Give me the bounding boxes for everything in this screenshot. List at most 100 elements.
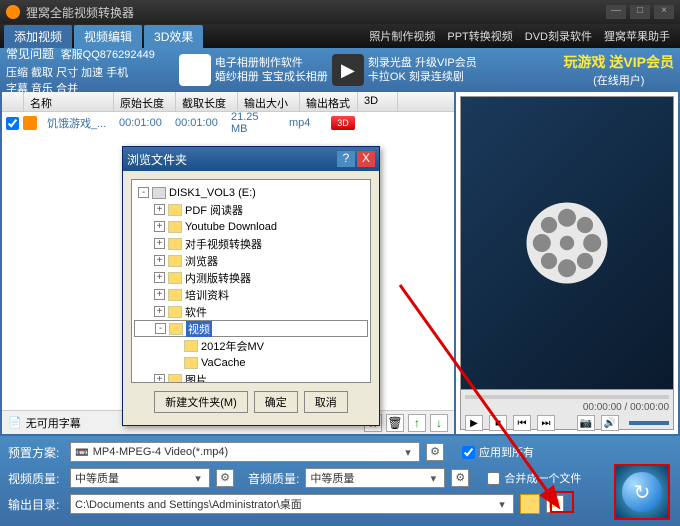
browse-output-button[interactable]: [520, 494, 540, 514]
tree-toggle-icon[interactable]: +: [154, 221, 165, 232]
aq-config-button[interactable]: ⚙: [451, 469, 469, 487]
promo-link[interactable]: DVD刻录软件: [519, 28, 598, 44]
tree-node[interactable]: +Youtube Download: [134, 218, 368, 235]
faq-title[interactable]: 常见问题: [6, 47, 54, 61]
cell-orig: 00:01:00: [113, 117, 169, 129]
volume-slider[interactable]: [629, 421, 669, 425]
tree-toggle-icon[interactable]: +: [154, 272, 165, 283]
vip-title[interactable]: 玩游戏 送VIP会员: [564, 52, 674, 72]
preset-select[interactable]: 📼MP4-MPEG-4 Video(*.mp4)▾: [70, 442, 420, 462]
tree-toggle-icon[interactable]: [170, 357, 181, 368]
folder-icon: [168, 272, 182, 284]
prev-button[interactable]: ⏮: [513, 415, 531, 431]
tree-node[interactable]: + PDF 阅读器: [134, 201, 368, 218]
row-checkbox[interactable]: [6, 117, 19, 130]
tree-node[interactable]: + 内测版转换器: [134, 269, 368, 286]
apply-all-checkbox[interactable]: [462, 446, 475, 459]
tree-node[interactable]: -视频: [134, 320, 368, 337]
tree-node[interactable]: +培训资料: [134, 286, 368, 303]
minimize-button[interactable]: —: [606, 5, 626, 19]
cell-name: 饥饿游戏_...: [41, 115, 113, 131]
open-folder-button[interactable]: 📂: [546, 495, 564, 513]
col-fmt[interactable]: 输出格式: [300, 92, 358, 111]
table-header: 名称 原始长度 截取长度 输出大小 输出格式 3D: [2, 92, 454, 112]
subtitle-text: 无可用字幕: [26, 415, 81, 431]
aq-label: 音频质量:: [248, 470, 299, 487]
tree-toggle-icon[interactable]: [170, 340, 181, 351]
col-cut[interactable]: 截取长度: [176, 92, 238, 111]
tree-toggle-icon[interactable]: +: [154, 289, 165, 300]
folder-icon: [168, 306, 182, 318]
output-path[interactable]: C:\Documents and Settings\Administrator\…: [70, 494, 514, 514]
tree-toggle-icon[interactable]: +: [154, 374, 165, 383]
ad1-line2[interactable]: 婚纱相册 宝宝成长相册: [215, 70, 328, 84]
promo-link[interactable]: 狸窝苹果助手: [598, 28, 676, 44]
ad1-line1[interactable]: 电子相册制作软件: [215, 56, 328, 70]
play-button[interactable]: ▶: [465, 415, 483, 431]
tree-node-label: PDF 阅读器: [185, 202, 243, 218]
col-check[interactable]: [2, 92, 24, 111]
badge-3d[interactable]: 3D: [331, 116, 355, 130]
tree-node[interactable]: -DISK1_VOL3 (E:): [134, 184, 368, 201]
ad2-line1[interactable]: 刻录光盘 升级VIP会员: [368, 56, 477, 70]
tree-node[interactable]: +对手视频转换器: [134, 235, 368, 252]
merge-checkbox[interactable]: [487, 472, 500, 485]
vq-config-button[interactable]: ⚙: [216, 469, 234, 487]
folder-icon: [169, 323, 183, 335]
move-down-button[interactable]: ↓: [430, 414, 448, 432]
tree-toggle-icon[interactable]: -: [155, 323, 166, 334]
app-logo-icon: [6, 5, 20, 19]
col-orig[interactable]: 原始长度: [114, 92, 176, 111]
file-icon: [23, 116, 37, 130]
folder-tree[interactable]: -DISK1_VOL3 (E:) + PDF 阅读器+Youtube Downloa…: [131, 179, 371, 383]
tree-toggle-icon[interactable]: +: [154, 255, 165, 266]
close-button[interactable]: ×: [654, 5, 674, 19]
video-preview[interactable]: [460, 96, 674, 390]
promo-link[interactable]: 照片制作视频: [363, 28, 441, 44]
convert-button[interactable]: ↻: [614, 464, 670, 520]
snapshot-button[interactable]: 📷: [577, 415, 595, 431]
clear-button[interactable]: 🗑: [386, 414, 404, 432]
preset-config-button[interactable]: ⚙: [426, 443, 444, 461]
col-3d[interactable]: 3D: [358, 92, 398, 111]
ad2-line2[interactable]: 卡拉OK 刻录连续剧: [368, 70, 477, 84]
qq-contact[interactable]: 客服QQ876292449: [61, 49, 155, 61]
ok-button[interactable]: 确定: [254, 391, 298, 413]
promo-link[interactable]: PPT转换视频: [441, 28, 518, 44]
tree-node[interactable]: VaCache: [134, 354, 368, 371]
move-up-button[interactable]: ↑: [408, 414, 426, 432]
tree-toggle-icon[interactable]: -: [138, 187, 149, 198]
faq-links-1[interactable]: 压缩 截取 尺寸 加速 手机: [6, 64, 155, 80]
col-size[interactable]: 输出大小: [238, 92, 300, 111]
tree-node[interactable]: + 浏览器: [134, 252, 368, 269]
subtitle-icon: 📄: [8, 416, 22, 429]
tree-toggle-icon[interactable]: +: [154, 238, 165, 249]
tree-toggle-icon[interactable]: +: [154, 204, 165, 215]
folder-icon: [168, 289, 182, 301]
tree-node-label: 软件: [185, 304, 207, 320]
cell-size: 21.25 MB: [225, 111, 283, 135]
col-name[interactable]: 名称: [24, 92, 114, 111]
table-row[interactable]: 饥饿游戏_... 00:01:00 00:01:00 21.25 MB mp4 …: [2, 112, 454, 134]
volume-icon[interactable]: 🔊: [601, 415, 619, 431]
stop-button[interactable]: ■: [489, 415, 507, 431]
audio-quality-select[interactable]: 中等质量▾: [305, 468, 445, 488]
video-quality-select[interactable]: 中等质量▾: [70, 468, 210, 488]
film-reel-icon: [522, 198, 612, 288]
cancel-button[interactable]: 取消: [304, 391, 348, 413]
tree-node[interactable]: + 图片: [134, 371, 368, 383]
tree-node-label: 浏览器: [185, 253, 218, 269]
tree-node-label: 内测版转换器: [185, 270, 251, 286]
output-settings: 预置方案: 📼MP4-MPEG-4 Video(*.mp4)▾ ⚙ 应用到所有 …: [0, 436, 680, 526]
new-folder-button[interactable]: 新建文件夹(M): [154, 391, 248, 413]
next-button[interactable]: ⏭: [537, 415, 555, 431]
maximize-button[interactable]: □: [630, 5, 650, 19]
dialog-close-button[interactable]: X: [357, 151, 375, 167]
tree-node-label: 图片: [185, 372, 207, 384]
tree-node[interactable]: + 软件: [134, 303, 368, 320]
tree-node[interactable]: 2012年会MV: [134, 337, 368, 354]
tree-toggle-icon[interactable]: +: [154, 306, 165, 317]
dialog-help-button[interactable]: ?: [337, 151, 355, 167]
seek-bar[interactable]: [465, 395, 669, 399]
folder-icon: [168, 255, 182, 267]
